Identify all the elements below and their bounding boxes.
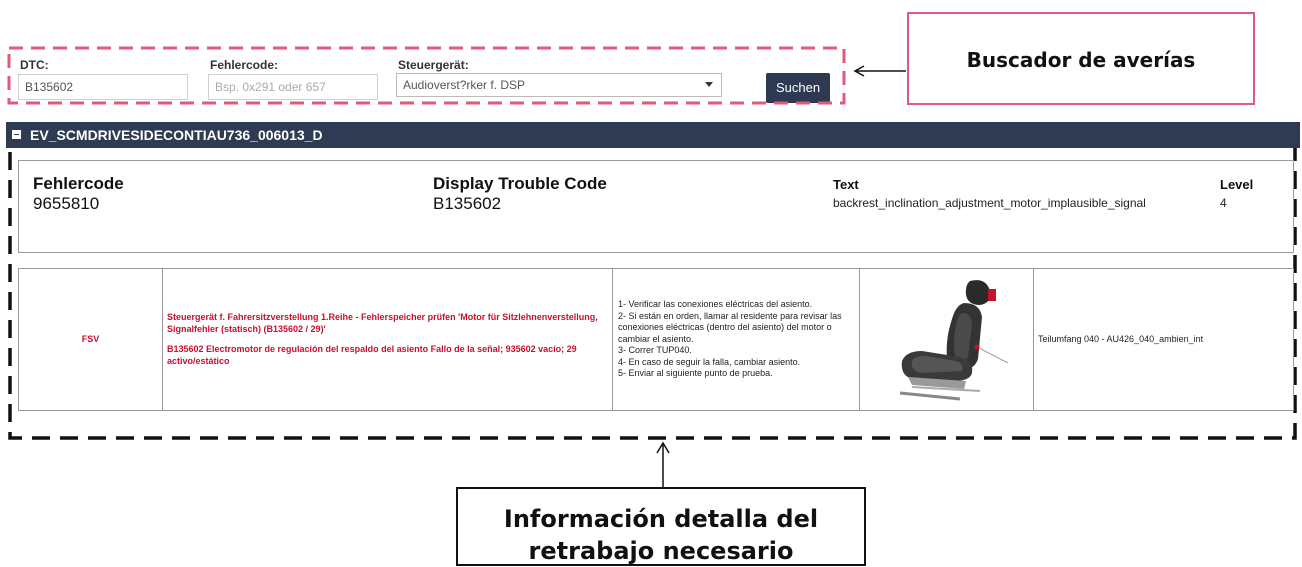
- search-highlight-frame: [7, 46, 846, 105]
- text-value: backrest_inclination_adjustment_motor_im…: [833, 196, 1146, 210]
- level-value: 4: [1220, 196, 1227, 210]
- description-cell: Steuergerät f. Fahrersitzverstellung 1.R…: [162, 268, 613, 411]
- info-callout-line2: retrabajo necesario: [528, 537, 794, 565]
- fehlercode-title: Fehlercode: [33, 174, 124, 193]
- image-cell: [859, 268, 1034, 411]
- step-4: 4- En caso de seguir la falla, cambiar a…: [618, 356, 801, 367]
- description-de: Steuergerät f. Fahrersitzverstellung 1.R…: [167, 312, 598, 334]
- step-5: 5- Enviar al siguiente punto de prueba.: [618, 368, 773, 379]
- search-callout-text: Buscador de averías: [966, 48, 1196, 72]
- search-callout: Buscador de averías: [907, 12, 1255, 105]
- step-2: 2- Si están en orden, llamar al resident…: [618, 310, 842, 344]
- collapse-icon[interactable]: [12, 130, 21, 139]
- fehlercode-value: 9655810: [33, 194, 100, 213]
- step-3: 3- Correr TUP040.: [618, 345, 692, 356]
- result-summary-card: Fehlercode 9655810 Display Trouble Code …: [18, 160, 1294, 253]
- teilumfang-cell: Teilumfang 040 - AU426_040_ambien_int: [1033, 268, 1294, 411]
- teilumfang-value: Teilumfang 040 - AU426_040_ambien_int: [1038, 333, 1204, 344]
- dtc-title: Display Trouble Code: [433, 174, 607, 193]
- info-callout: Información detalla del retrabajo necesa…: [456, 487, 866, 566]
- step-1: 1- Verificar las conexiones eléctricas d…: [618, 299, 813, 310]
- description-es: B135602 Electromotor de regulación del r…: [167, 344, 577, 366]
- detail-table: FSV Steuergerät f. Fahrersitzverstellung…: [18, 268, 1294, 411]
- system-cell: FSV: [18, 268, 163, 411]
- car-seat-image: [899, 279, 1008, 401]
- system-label: FSV: [81, 333, 100, 344]
- result-panel-title: EV_SCMDRIVESIDECONTIAU736_006013_D: [30, 127, 323, 143]
- result-panel-header[interactable]: EV_SCMDRIVESIDECONTIAU736_006013_D: [6, 122, 1300, 148]
- level-title: Level: [1220, 177, 1254, 192]
- text-title: Text: [833, 177, 859, 192]
- steps-cell: 1- Verificar las conexiones eléctricas d…: [612, 268, 860, 411]
- info-callout-line1: Información detalla del: [503, 505, 819, 533]
- dtc-value: B135602: [433, 194, 502, 213]
- table-row: FSV Steuergerät f. Fahrersitzverstellung…: [18, 268, 1294, 411]
